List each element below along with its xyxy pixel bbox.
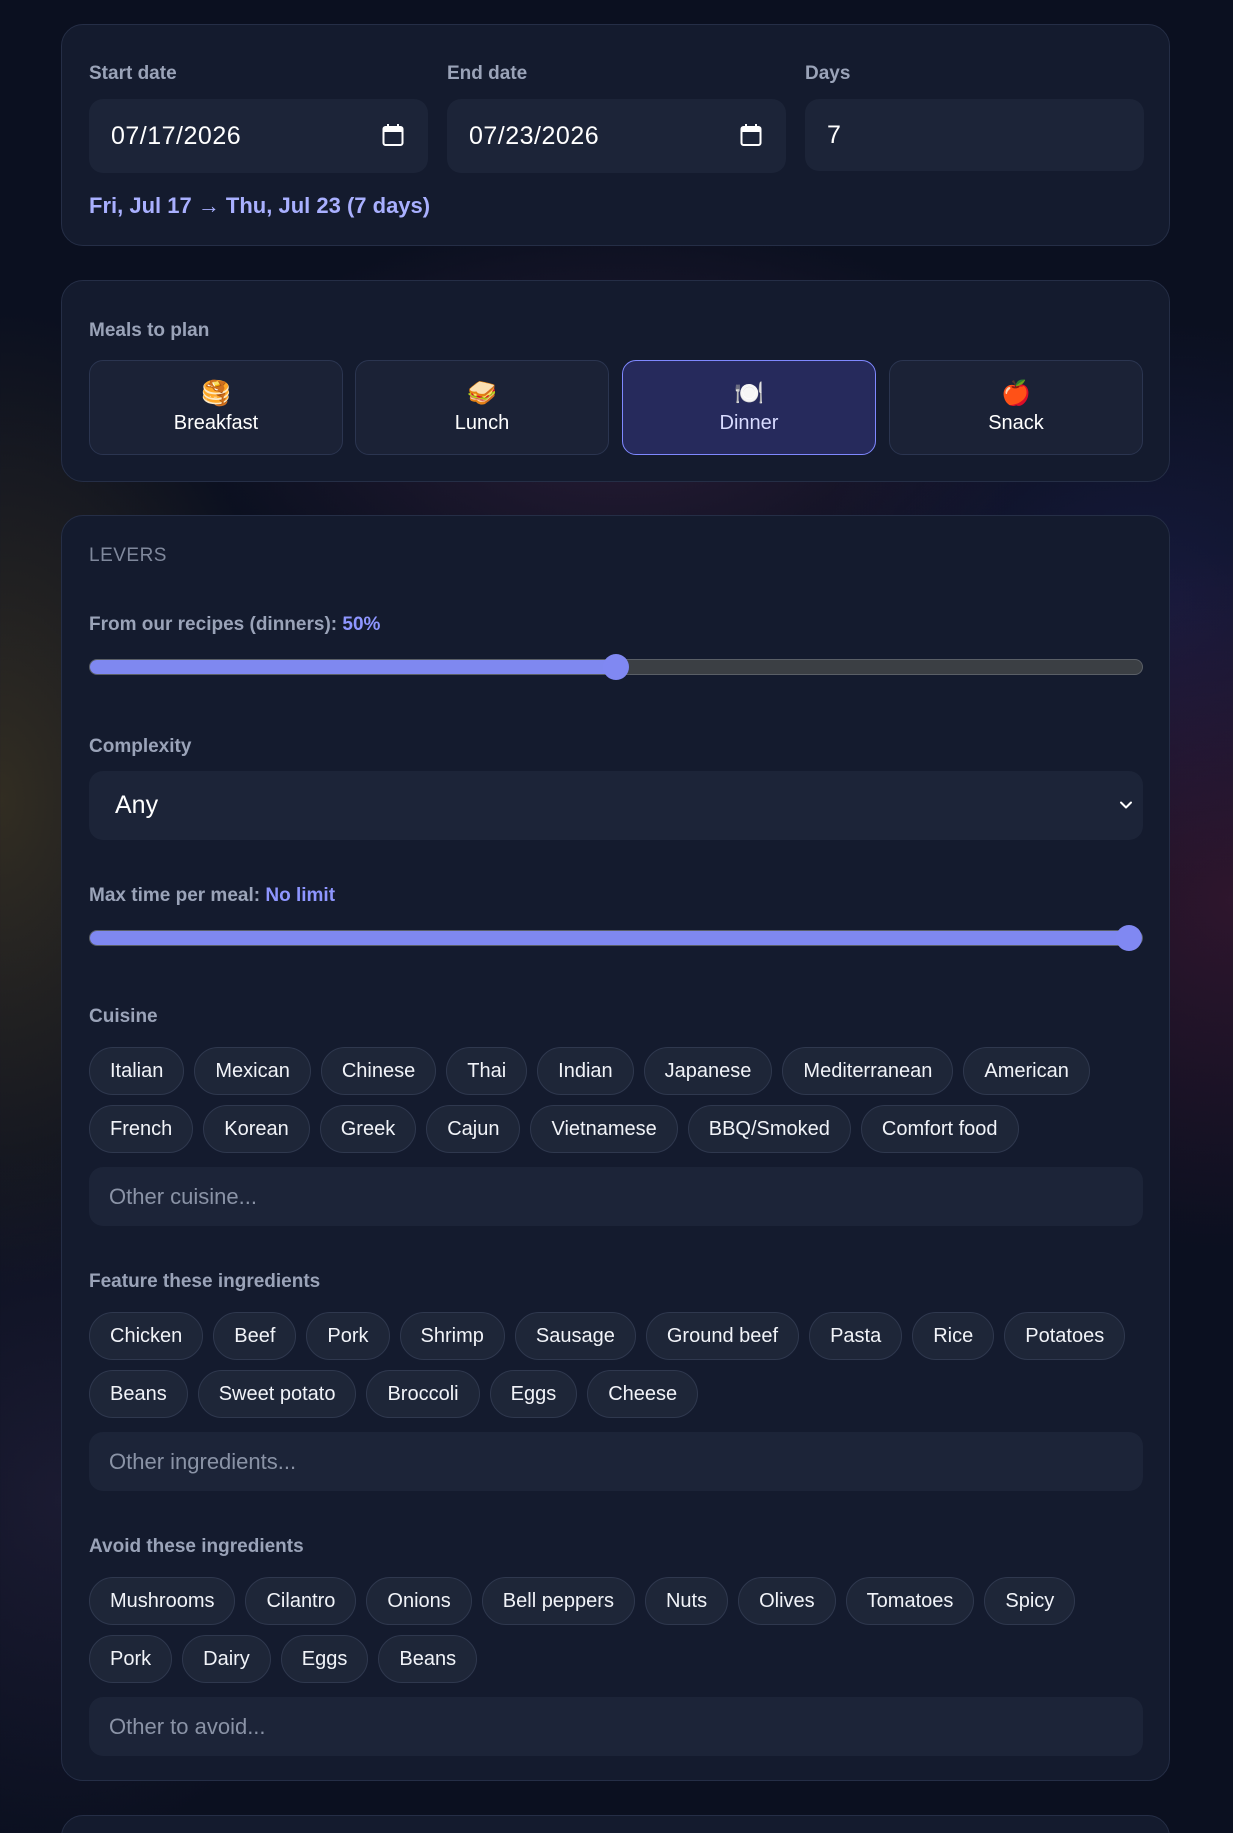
calendar-icon[interactable] [382,123,404,147]
feature-ingredient-chip[interactable]: Beans [89,1370,188,1418]
cuisine-chip[interactable]: BBQ/Smoked [687,1105,851,1153]
cuisine-chip[interactable]: Mexican [194,1047,311,1095]
meal-label: Breakfast [173,412,259,434]
days-group: Days 7 [805,63,1144,171]
chevron-down-icon [1120,801,1132,809]
meal-button-lunch[interactable]: 🥪 Lunch [355,360,609,455]
end-date-group: End date 07/23/2026 [447,63,786,173]
avoid-ingredient-chip[interactable]: Beans [378,1635,478,1683]
cuisine-chip[interactable]: Indian [537,1047,634,1095]
cuisine-chip[interactable]: Vietnamese [530,1105,678,1153]
cuisine-chip[interactable]: Cajun [426,1105,521,1153]
avoid-ingredients-label: Avoid these ingredients [89,1536,304,1557]
avoid-ingredient-chip[interactable]: Cilantro [245,1577,357,1625]
slider-fill [90,931,1129,945]
recipes-value: 50% [342,614,381,635]
feature-ingredient-chip[interactable]: Chicken [89,1312,204,1360]
levers-card: LEVERS From our recipes (dinners): 50% C… [61,515,1170,1781]
max-time-value: No limit [265,885,336,906]
cuisine-chip[interactable]: Comfort food [860,1105,1019,1153]
start-date-value: 07/17/2026 [111,121,242,150]
end-date-input[interactable]: 07/23/2026 [447,99,786,173]
feature-ingredient-chip[interactable]: Broccoli [366,1370,480,1418]
cuisine-chip[interactable]: Greek [319,1105,417,1153]
cuisine-label: Cuisine [89,1006,158,1027]
meal-button-snack[interactable]: 🍎 Snack [889,360,1143,455]
recipes-label-text: From our recipes (dinners): [89,614,338,635]
avoid-ingredient-chip[interactable]: Tomatoes [845,1577,975,1625]
meal-label: Dinner [719,412,779,434]
cuisine-chip[interactable]: Thai [446,1047,528,1095]
cuisine-chip[interactable]: Chinese [320,1047,437,1095]
days-input[interactable]: 7 [805,99,1144,171]
days-value: 7 [827,120,842,149]
other-cuisine-input[interactable] [89,1167,1143,1226]
sandwich-icon: 🥪 [467,380,497,407]
max-time-label-text: Max time per meal: [89,885,261,906]
meals-card: Meals to plan 🥞 Breakfast 🥪 Lunch 🍽️ Din… [61,280,1170,482]
avoid-ingredient-chip[interactable]: Bell peppers [481,1577,635,1625]
slider-fill [90,660,616,674]
meal-button-breakfast[interactable]: 🥞 Breakfast [89,360,343,455]
complexity-label: Complexity [89,736,192,757]
cuisine-chip[interactable]: Italian [89,1047,185,1095]
pancakes-icon: 🥞 [201,380,231,407]
avoid-ingredient-chip[interactable]: Dairy [182,1635,271,1683]
avoid-ingredient-chip[interactable]: Mushrooms [89,1577,236,1625]
feature-ingredients-label: Feature these ingredients [89,1271,321,1292]
feature-ingredient-chip[interactable]: Pork [306,1312,390,1360]
cuisine-chip[interactable]: Mediterranean [782,1047,954,1095]
avoid-ingredient-chips: Mushrooms Cilantro Onions Bell peppers Nuts O… [89,1577,1149,1683]
start-date-group: Start date 07/17/2026 [89,63,428,173]
avoid-ingredient-chip[interactable]: Onions [366,1577,472,1625]
feature-ingredient-chips: Chicken Beef Pork Shrimp Sausage Ground beef P… [89,1312,1149,1418]
end-date-value: 07/23/2026 [469,121,600,150]
avoid-ingredient-chip[interactable]: Olives [738,1577,836,1625]
cuisine-chips: Italian Mexican Chinese Thai Indian Japanese M… [89,1047,1149,1153]
feature-ingredient-chip[interactable]: Cheese [587,1370,699,1418]
levers-title: LEVERS [89,545,167,566]
meal-label: Lunch [454,412,510,434]
feature-ingredient-chip[interactable]: Potatoes [1004,1312,1126,1360]
slider-handle[interactable] [1116,925,1142,951]
apple-icon: 🍎 [1001,380,1031,407]
other-avoid-input[interactable] [89,1697,1143,1756]
meal-button-dinner[interactable]: 🍽️ Dinner [622,360,876,455]
date-range-card: Start date 07/17/2026 End date 07/23/202… [61,24,1170,246]
days-label: Days [805,63,851,84]
end-date-label: End date [447,63,528,84]
feature-ingredient-chip[interactable]: Eggs [489,1370,578,1418]
cuisine-chip[interactable]: Japanese [643,1047,773,1095]
slider-handle[interactable] [603,654,629,680]
feature-ingredient-chip[interactable]: Pasta [809,1312,903,1360]
avoid-ingredient-chip[interactable]: Eggs [280,1635,369,1683]
other-ingredients-input[interactable] [89,1432,1143,1491]
max-time-slider[interactable] [89,925,1143,951]
recipes-slider[interactable] [89,654,1143,680]
complexity-value: Any [115,791,159,819]
avoid-ingredient-chip[interactable]: Spicy [984,1577,1076,1625]
recipes-slider-label: From our recipes (dinners): 50% [89,614,380,636]
avoid-ingredient-chip[interactable]: Pork [89,1635,173,1683]
calendar-icon[interactable] [740,123,762,147]
cuisine-chip[interactable]: French [89,1105,194,1153]
next-card [61,1815,1170,1833]
feature-ingredient-chip[interactable]: Sausage [514,1312,636,1360]
cuisine-chip[interactable]: Korean [203,1105,310,1153]
meals-label: Meals to plan [89,320,210,341]
feature-ingredient-chip[interactable]: Ground beef [645,1312,800,1360]
meal-label: Snack [988,412,1044,434]
feature-ingredient-chip[interactable]: Shrimp [399,1312,505,1360]
cuisine-chip[interactable]: American [963,1047,1090,1095]
complexity-select[interactable]: Any [89,771,1143,840]
start-date-input[interactable]: 07/17/2026 [89,99,428,173]
feature-ingredient-chip[interactable]: Beef [213,1312,297,1360]
start-date-label: Start date [89,63,177,84]
avoid-ingredient-chip[interactable]: Nuts [644,1577,729,1625]
date-range-summary: Fri, Jul 17 → Thu, Jul 23 (7 days) [89,193,431,218]
feature-ingredient-chip[interactable]: Sweet potato [197,1370,357,1418]
plate-icon: 🍽️ [734,380,764,407]
max-time-slider-label: Max time per meal: No limit [89,885,335,907]
feature-ingredient-chip[interactable]: Rice [912,1312,995,1360]
